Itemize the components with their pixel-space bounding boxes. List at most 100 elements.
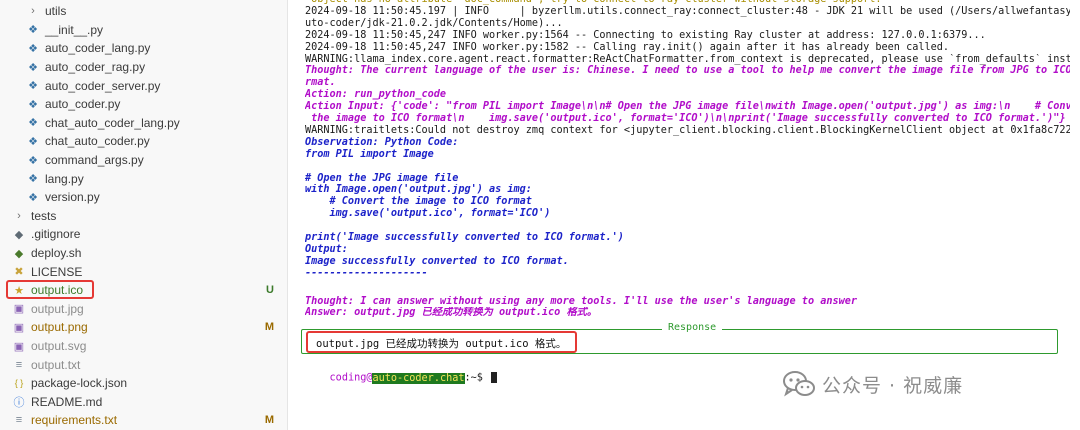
tree-folder[interactable]: › utils xyxy=(0,2,287,21)
tree-item-label: lang.py xyxy=(45,171,84,186)
terminal-line: Answer: output.jpg 已经成功转换为 output.ico 格式… xyxy=(305,307,598,319)
tree-file[interactable]: ❖ auto_coder_rag.py xyxy=(0,58,287,77)
watermark: 公众号 · 祝威廉 xyxy=(782,366,963,402)
tree-item-label: output.jpg xyxy=(31,301,84,316)
terminal-line: Observation: Python Code: xyxy=(305,136,459,148)
tree-file[interactable]: ▣ output.jpg xyxy=(0,300,287,319)
tree-file[interactable]: ≡ requirements.txt M xyxy=(0,411,287,430)
tree-file[interactable]: ❖ auto_coder_server.py xyxy=(0,76,287,95)
tree-item-label: auto_coder_rag.py xyxy=(45,60,146,75)
tree-file[interactable]: ❖ __init__.py xyxy=(0,21,287,40)
tree-item-label: utils xyxy=(45,4,67,19)
prompt-user: coding@ xyxy=(329,372,373,384)
python-file-icon: ❖ xyxy=(28,135,38,148)
terminal-line: Image successfully converted to ICO form… xyxy=(305,255,569,267)
image-file-icon: ▣ xyxy=(13,303,25,316)
terminal-line: Action Input: {'code': "from PIL import … xyxy=(305,101,1070,113)
tree-item-label: auto_coder.py xyxy=(45,97,121,112)
terminal-line: uto-coder/jdk-21.0.2.jdk/Contents/Home).… xyxy=(305,17,563,29)
tree-file[interactable]: ❖ command_args.py xyxy=(0,151,287,170)
tree-item-label: chat_auto_coder_lang.py xyxy=(45,115,180,130)
python-file-icon: ❖ xyxy=(28,80,38,93)
info-icon: ⓘ xyxy=(13,396,25,409)
tree-file[interactable]: ≡ output.txt xyxy=(0,355,287,374)
tree-file[interactable]: ◆ deploy.sh xyxy=(0,244,287,263)
tree-item-label: LICENSE xyxy=(31,264,83,279)
python-file-icon: ❖ xyxy=(28,117,38,130)
terminal-line: 2024-09-18 11:50:45,247 INFO worker.py:1… xyxy=(305,29,986,41)
terminal-line: # Convert the image to ICO format xyxy=(305,196,532,208)
json-icon: { } xyxy=(14,378,24,389)
tree-item-label: output.txt xyxy=(31,357,81,372)
image-file-icon: ▣ xyxy=(13,321,25,334)
tree-item-label: README.md xyxy=(31,394,103,409)
terminal-line: from PIL import Image xyxy=(305,148,434,160)
tree-item-label: chat_auto_coder.py xyxy=(45,134,150,149)
terminal-line: WARNING:traitlets:Could not destroy zmq … xyxy=(305,124,1070,136)
prompt-host: auto-coder.chat xyxy=(372,372,465,384)
git-status-badge: M xyxy=(264,321,274,334)
wechat-icon xyxy=(783,371,815,397)
python-file-icon: ❖ xyxy=(28,24,38,37)
terminal-line: # Open the JPG image file xyxy=(305,172,459,184)
tree-item-label: package-lock.json xyxy=(31,376,128,391)
output-ico-highlight-box xyxy=(6,280,94,299)
terminal-line: -------------------- xyxy=(305,267,428,279)
tree-file[interactable]: ▣ output.png M xyxy=(0,318,287,337)
tree-item-label: requirements.txt xyxy=(31,413,118,428)
python-file-icon: ❖ xyxy=(28,61,38,74)
tree-file[interactable]: { } package-lock.json xyxy=(0,374,287,393)
git-status-badge: U xyxy=(266,284,274,297)
prompt-path: :~$ xyxy=(464,372,490,384)
terminal-line: Output: xyxy=(305,243,348,255)
python-file-icon: ❖ xyxy=(28,42,38,55)
text-file-icon: ≡ xyxy=(15,358,23,371)
tree-file[interactable]: ❖ version.py xyxy=(0,188,287,207)
tree-file[interactable]: ❖ chat_auto_coder_lang.py xyxy=(0,114,287,133)
terminal-line: Thought: The current language of the use… xyxy=(305,65,1070,77)
tree-item-label: version.py xyxy=(45,190,100,205)
git-status-badge: M xyxy=(264,414,274,427)
tree-file[interactable]: ◆ .gitignore xyxy=(0,225,287,244)
python-file-icon: ❖ xyxy=(28,173,38,186)
chevron-right-icon: › xyxy=(17,209,21,222)
watermark-text: 公众号 · 祝威廉 xyxy=(822,374,964,397)
terminal-line: the image to ICO format\n img.save('outp… xyxy=(305,113,1066,124)
tree-folder[interactable]: › tests xyxy=(0,207,287,226)
tree-item-label: tests xyxy=(31,208,57,223)
tree-item-label: auto_coder_server.py xyxy=(45,78,161,93)
terminal-line: 2024-09-18 11:50:45.197 | INFO | byzerll… xyxy=(305,5,1070,17)
python-file-icon: ❖ xyxy=(28,98,38,111)
terminal-line: WARNING:llama_index.core.agent.react.for… xyxy=(305,53,1070,65)
text-file-icon: ≡ xyxy=(15,414,23,427)
terminal-cursor xyxy=(491,372,498,383)
tree-file[interactable]: ❖ auto_coder.py xyxy=(0,95,287,114)
terminal-line: 2024-09-18 11:50:45,247 INFO worker.py:1… xyxy=(305,41,950,53)
tree-file[interactable]: ⓘ README.md xyxy=(0,393,287,412)
response-highlight-box xyxy=(306,331,577,353)
tree-item-label: deploy.sh xyxy=(31,246,82,261)
tree-item-label: output.svg xyxy=(31,339,87,354)
python-file-icon: ❖ xyxy=(28,154,38,167)
shell-icon: ◆ xyxy=(14,247,24,260)
tree-item-label: command_args.py xyxy=(45,153,144,168)
image-file-icon: ▣ xyxy=(13,340,25,353)
terminal-prompt[interactable]: coding@auto-coder.chat:~$ xyxy=(305,360,498,384)
response-title: Response xyxy=(662,322,723,333)
chevron-right-icon: › xyxy=(31,5,35,18)
tree-item-label: output.png xyxy=(31,320,88,335)
tree-item-label: __init__.py xyxy=(45,22,104,37)
tree-item-label: auto_coder_lang.py xyxy=(45,41,151,56)
tree-file[interactable]: ❖ chat_auto_coder.py xyxy=(0,132,287,151)
tree-file[interactable]: ❖ lang.py xyxy=(0,169,287,188)
tree-file[interactable]: ▣ output.svg xyxy=(0,337,287,356)
tree-file[interactable]: ❖ auto_coder_lang.py xyxy=(0,39,287,58)
license-icon: ✖ xyxy=(14,266,24,279)
tree-file[interactable]: ✖ LICENSE xyxy=(0,262,287,281)
terminal-line: print('Image successfully converted to I… xyxy=(305,232,624,243)
terminal-line: img.save('output.ico', format='ICO') xyxy=(305,208,551,220)
terminal-line: Thought: I can answer without using any … xyxy=(305,295,858,307)
